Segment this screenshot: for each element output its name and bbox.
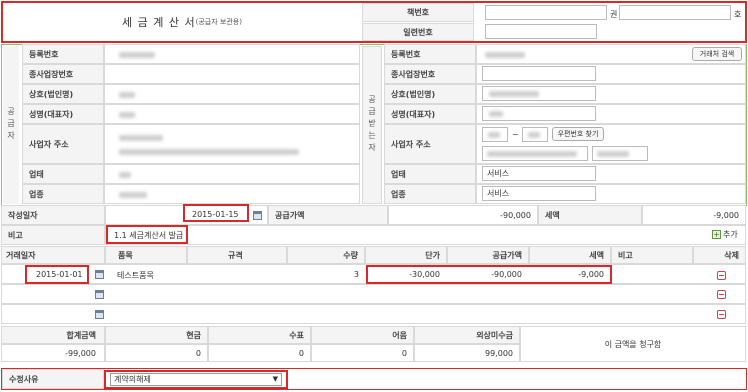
book-no-ho-input[interactable] <box>619 5 731 20</box>
vol-label: 권 <box>610 10 618 19</box>
ho-label: 호 <box>734 10 742 19</box>
receiver-biz-item-input[interactable]: 서비스 <box>482 186 596 201</box>
total-header-cash: 현금 <box>105 326 208 344</box>
tax-amount-value: -9,000 <box>642 205 746 225</box>
reason-select[interactable]: 계약의해제 ▼ <box>110 373 282 386</box>
note-cell <box>105 225 746 245</box>
note-highlight <box>106 225 188 244</box>
receiver-biz-type-input[interactable]: 서비스 <box>482 166 596 181</box>
serial-input[interactable] <box>485 24 597 39</box>
book-no-vol-input[interactable] <box>485 5 607 20</box>
receiver-biz-type-label: 업태 <box>384 164 476 184</box>
invoice-title: 세 금 계 산 서 (공급자 보관용) <box>4 4 360 40</box>
receiver-sub-biz-input[interactable] <box>482 66 596 81</box>
receiver-reg-no-label: 등록번호 <box>384 44 476 64</box>
supplier-biz-item-label: 업종 <box>22 184 104 204</box>
supplier-name-value <box>104 104 360 124</box>
receiver-biz-item-label: 업종 <box>384 184 476 204</box>
receiver-sub-biz-label: 종사업장번호 <box>384 64 476 84</box>
receiver-name-label: 성명(대표자) <box>384 104 476 124</box>
table-row <box>1 284 746 304</box>
col-header-price: 단가 <box>365 246 447 264</box>
customer-search-button[interactable]: 거래처 검색 <box>692 47 742 61</box>
write-date-label: 작성일자 <box>1 205 105 225</box>
total-value-bill: 0 <box>311 344 414 362</box>
total-header-sum: 합계금액 <box>1 326 105 344</box>
col-header-item: 품목 <box>105 246 187 264</box>
plus-icon: + <box>712 230 721 239</box>
serial-label: 일련번호 <box>362 23 474 41</box>
col-header-tax: 세액 <box>529 246 611 264</box>
total-value-credit: 99,000 <box>414 344 520 362</box>
claim-text: 이 금액을 청구함 <box>520 326 746 362</box>
receiver-name-input[interactable] <box>482 106 596 121</box>
col-header-supply: 공급가액 <box>447 246 529 264</box>
row1-qty[interactable]: 3 <box>340 270 359 279</box>
supplier-biz-item-value <box>104 184 360 204</box>
supplier-biz-type-value <box>104 164 360 184</box>
supplier-reg-no-label: 등록번호 <box>22 44 104 64</box>
reason-select-value: 계약의해제 <box>114 375 151 384</box>
supplier-sub-biz-label: 종사업장번호 <box>22 64 104 84</box>
write-date-highlight <box>183 204 249 222</box>
table-row <box>1 304 746 324</box>
total-value-sum: -99,000 <box>1 344 105 362</box>
supplier-side-label: 공급자 <box>3 46 19 204</box>
row3-delete-icon[interactable] <box>717 310 726 319</box>
invoice-title-main: 세 금 계 산 서 <box>122 16 196 29</box>
receiver-company-input[interactable] <box>482 86 596 101</box>
row1-calendar-icon[interactable] <box>95 270 104 279</box>
receiver-company-label: 상호(법인명) <box>384 84 476 104</box>
row2-delete-icon[interactable] <box>717 290 726 299</box>
invoice-title-sub: (공급자 보관용) <box>195 18 242 26</box>
supplier-biz-type-label: 업태 <box>22 164 104 184</box>
total-header-check: 수표 <box>208 326 311 344</box>
receiver-address-label: 사업자 주소 <box>384 124 476 164</box>
total-header-credit: 외상미수금 <box>414 326 520 344</box>
receiver-zip2-input[interactable] <box>522 127 548 142</box>
add-row-label: 추가 <box>723 230 738 239</box>
reason-label: 수정사유 <box>2 369 104 389</box>
row1-date-highlight <box>25 265 89 284</box>
col-header-spec: 규격 <box>187 246 287 264</box>
chevron-down-icon: ▼ <box>272 375 278 383</box>
receiver-address1-input[interactable] <box>482 146 588 161</box>
zip-search-button[interactable]: 우편번호 찾기 <box>552 127 604 141</box>
total-value-cash: 0 <box>105 344 208 362</box>
supplier-address-value <box>104 124 360 164</box>
add-row-button[interactable]: + 추가 <box>712 229 738 240</box>
supplier-address-label: 사업자 주소 <box>22 124 104 164</box>
row1-delete-icon[interactable] <box>717 271 726 280</box>
supply-amount-value: -90,000 <box>388 205 538 225</box>
receiver-address2-input[interactable] <box>592 146 648 161</box>
col-header-qty: 수량 <box>287 246 365 264</box>
receiver-zip1-input[interactable] <box>482 127 508 142</box>
total-header-bill: 어음 <box>311 326 414 344</box>
receiver-side-label: 공급받는자 <box>362 46 382 204</box>
supply-amount-label: 공급가액 <box>268 205 388 225</box>
tax-amount-label: 세액 <box>538 205 642 225</box>
note-label: 비고 <box>1 225 105 245</box>
total-value-check: 0 <box>208 344 311 362</box>
supplier-name-label: 성명(대표자) <box>22 104 104 124</box>
supplier-company-label: 상호(법인명) <box>22 84 104 104</box>
book-no-label: 책번호 <box>362 3 474 22</box>
col-header-delete: 삭제 <box>693 246 746 264</box>
zip-separator: ~ <box>512 130 519 139</box>
row2-calendar-icon[interactable] <box>95 290 104 299</box>
row1-item[interactable]: 테스트품목 <box>117 270 154 281</box>
col-header-note: 비고 <box>611 246 693 264</box>
row3-calendar-icon[interactable] <box>95 310 104 319</box>
col-header-date: 거래일자 <box>1 246 105 264</box>
supplier-sub-biz-value <box>104 64 360 84</box>
write-date-calendar-icon[interactable] <box>253 211 262 220</box>
receiver-biz-item-text: 서비스 <box>487 189 510 198</box>
supplier-company-value <box>104 84 360 104</box>
supplier-reg-no-value <box>104 44 360 64</box>
row1-amounts-highlight <box>366 265 612 284</box>
receiver-biz-type-text: 서비스 <box>487 169 510 178</box>
